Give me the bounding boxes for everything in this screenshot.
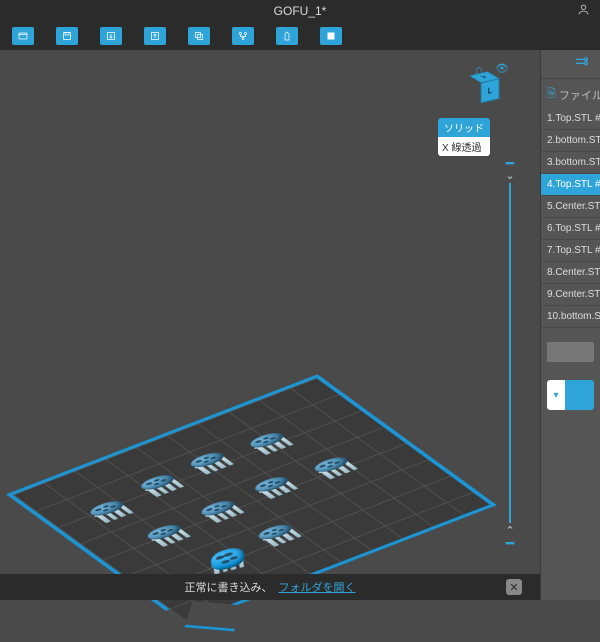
save-button[interactable]: [56, 27, 78, 45]
file-list-header: 🗎 ファイルリス: [541, 78, 600, 108]
sidebar-input[interactable]: [547, 342, 594, 362]
open-folder-link[interactable]: フォルダを開く: [279, 579, 356, 595]
toolbar: [0, 22, 600, 50]
sidebar-collapse-button[interactable]: ▶: [540, 298, 541, 342]
file-item[interactable]: 1.Top.STL #0: [541, 108, 600, 130]
view-cube[interactable]: ⌂ 👁 T F L: [471, 66, 505, 100]
file-item[interactable]: 8.Center.STL #1: [541, 262, 600, 284]
open-file-button[interactable]: [12, 27, 34, 45]
caret-down-icon: ▾: [553, 390, 558, 401]
supports-button[interactable]: [320, 27, 342, 45]
status-message: 正常に書き込み、: [185, 579, 273, 595]
viewport-area: ⌂ 👁 T F L ソリッド X 線透過 ━ ⌄ ⌃ ━ ▶ 🗎 ファイルリス …: [0, 50, 600, 600]
close-icon[interactable]: ✕: [506, 579, 522, 595]
file-item[interactable]: 2.bottom.STL #0: [541, 130, 600, 152]
settings-icon[interactable]: [574, 54, 590, 74]
document-title: GOFU_1*: [274, 4, 327, 18]
file-item[interactable]: 3.bottom.STL #1: [541, 152, 600, 174]
file-list: 1.Top.STL #02.bottom.STL #03.bottom.STL …: [541, 108, 600, 328]
model-object-selected[interactable]: [208, 545, 248, 576]
file-item[interactable]: 10.bottom.STL #2: [541, 306, 600, 328]
primary-action-button[interactable]: [565, 380, 594, 410]
dropdown-button[interactable]: ▾: [547, 380, 565, 410]
sidebar: ▶ 🗎 ファイルリス 1.Top.STL #02.bottom.STL #03.…: [540, 50, 600, 600]
file-item[interactable]: 4.Top.STL #1: [541, 174, 600, 196]
slider-top-cap[interactable]: ━: [506, 158, 514, 168]
model-object[interactable]: [139, 520, 194, 549]
chevron-down-icon[interactable]: ⌄: [505, 169, 514, 182]
status-bar: 正常に書き込み、 フォルダを開く ✕: [0, 574, 540, 600]
view-mode-toggle: ソリッド X 線透過: [438, 118, 490, 156]
model-object[interactable]: [250, 520, 305, 549]
file-item[interactable]: 7.Top.STL #3: [541, 240, 600, 262]
hollow-button[interactable]: [276, 27, 298, 45]
import-button[interactable]: [100, 27, 122, 45]
slider-track[interactable]: [509, 183, 511, 523]
sidebar-buttons: ▾: [547, 380, 594, 410]
sidebar-header: [541, 50, 600, 78]
model-object[interactable]: [82, 496, 137, 525]
file-item[interactable]: 9.Center.STL #2: [541, 284, 600, 306]
slider-bottom-cap[interactable]: ━: [506, 538, 514, 548]
document-icon: 🗎: [547, 85, 556, 104]
titlebar: GOFU_1*: [0, 0, 600, 22]
file-item[interactable]: 5.Center.STL #0: [541, 196, 600, 218]
eye-icon[interactable]: 👁: [495, 62, 509, 75]
copy-button[interactable]: [188, 27, 210, 45]
model-object[interactable]: [193, 496, 248, 525]
view-solid-button[interactable]: ソリッド: [438, 118, 490, 137]
export-button[interactable]: [144, 27, 166, 45]
layer-slider[interactable]: ━ ⌄ ⌃ ━: [502, 158, 518, 548]
arrange-button[interactable]: [232, 27, 254, 45]
view-xray-button[interactable]: X 線透過: [438, 137, 490, 156]
file-item[interactable]: 6.Top.STL #2: [541, 218, 600, 240]
file-list-label: ファイルリス: [559, 87, 600, 103]
user-icon[interactable]: [577, 3, 590, 19]
